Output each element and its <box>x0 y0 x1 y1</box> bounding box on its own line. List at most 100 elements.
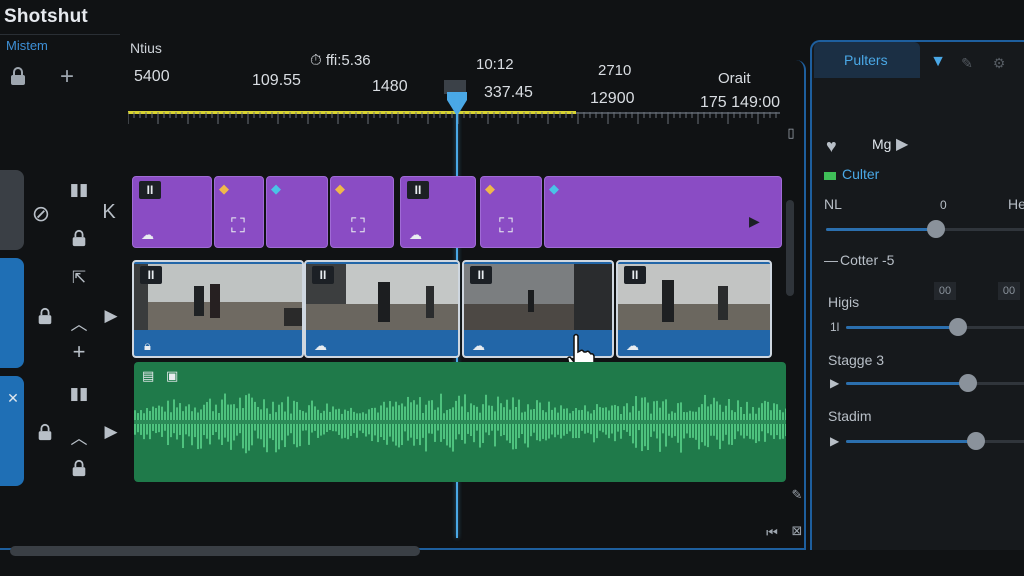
motion-icon: ☁ <box>141 227 154 242</box>
stadim-slider-knob[interactable] <box>967 432 985 450</box>
timecode-label: 5400 <box>134 68 170 85</box>
lock-icon[interactable] <box>66 226 92 250</box>
chevron-up-icon[interactable]: ︿ <box>66 424 92 448</box>
snap-icon[interactable]: ▯ <box>782 124 800 142</box>
waveform-bar <box>719 404 721 420</box>
waveform-bar <box>779 424 781 440</box>
lock-icon[interactable] <box>32 304 58 328</box>
waveform-bar <box>710 424 712 436</box>
timecode-label: 1480 <box>372 78 408 95</box>
value-box[interactable]: 00 <box>934 282 956 300</box>
edit-icon[interactable]: ✎ <box>788 486 806 504</box>
video-clip[interactable]: II 🔒︎ <box>132 260 304 358</box>
waveform-bar <box>218 424 220 440</box>
grid-icon[interactable]: ⊠ <box>788 522 806 540</box>
waveform-bar <box>659 424 661 452</box>
waveform-bar <box>146 408 148 420</box>
pause-icon[interactable]: ▮▮ <box>66 178 92 202</box>
highs-slider-knob[interactable] <box>949 318 967 336</box>
video-clip[interactable]: II ☁ <box>304 260 460 358</box>
waveform-bar <box>404 406 406 420</box>
play-icon[interactable]: ▶ <box>830 434 839 448</box>
title-clip[interactable]: II ☁ <box>132 176 212 248</box>
inspector-panel: ☐ Mg ♥ ▶ Culter NL 0 He — Cotter -5 00 0… <box>810 40 1024 550</box>
waveform-bar <box>755 413 757 420</box>
waveform-bar <box>641 397 643 420</box>
stage-slider-knob[interactable] <box>959 374 977 392</box>
waveform-bar <box>479 412 481 420</box>
waveform-bar <box>239 397 241 420</box>
keyframe-icon: ◆ <box>485 181 495 196</box>
title-clip[interactable]: II ☁ <box>400 176 476 248</box>
waveform-bar <box>542 424 544 439</box>
waveform-bar <box>221 424 223 445</box>
link-icon[interactable]: ⊘ <box>28 201 54 226</box>
waveform-bar <box>305 412 307 420</box>
nl-slider-knob[interactable] <box>927 220 945 238</box>
waveform-bar <box>485 394 487 420</box>
waveform-bar <box>407 396 409 420</box>
stadim-slider-fill[interactable] <box>846 440 976 443</box>
skip-start-icon[interactable]: ⏮ <box>762 524 782 542</box>
ripple-icon[interactable]: ⇱ <box>66 266 92 290</box>
waveform-bar <box>482 404 484 420</box>
waveform-bar <box>551 424 553 435</box>
add-icon[interactable]: + <box>66 339 92 364</box>
waveform-bar <box>254 401 256 420</box>
waveform-bar <box>266 408 268 420</box>
timeline-horizontal-scrollbar[interactable] <box>10 546 420 556</box>
title-clip[interactable]: ◆ ⛶ <box>480 176 542 248</box>
waveform-bar <box>167 424 169 446</box>
mute-icon[interactable]: ✕ <box>0 386 26 410</box>
waveform-bar <box>752 407 754 420</box>
clip-badge: II <box>624 266 646 284</box>
tab-pulters[interactable]: Pulters <box>814 42 920 78</box>
waveform-bar <box>278 424 280 450</box>
audio-clip[interactable]: ▤ ▣ <box>134 362 786 482</box>
track-tab-title[interactable] <box>0 170 24 250</box>
title-clip[interactable]: ◆ ⛶ <box>330 176 394 248</box>
play-icon[interactable]: ▶ <box>896 134 908 154</box>
waveform-bar <box>467 424 469 434</box>
title-clip[interactable]: ◆ ⛶ <box>214 176 264 248</box>
waveform-bar <box>584 405 586 420</box>
waveform-bar <box>476 424 478 431</box>
waveform-bar <box>716 424 718 440</box>
waveform-bar <box>311 424 313 433</box>
waveform-bar <box>737 424 739 432</box>
waveform-bar <box>716 401 718 420</box>
nl-slider-fill[interactable] <box>826 228 936 231</box>
waveform-bar <box>272 401 274 420</box>
waveform-bar <box>236 408 238 420</box>
waveform-bar <box>188 404 190 420</box>
play-icon[interactable]: ▶ <box>830 376 839 390</box>
lock-icon[interactable] <box>66 456 92 480</box>
play-icon[interactable]: ▶ <box>98 304 124 328</box>
menu-item-mistem[interactable]: Mistem <box>6 38 48 53</box>
heart-icon[interactable]: ♥ <box>826 136 837 157</box>
waveform-bar <box>686 412 688 420</box>
waveform-bar <box>674 412 676 420</box>
waveform-bar <box>758 407 760 420</box>
play-icon[interactable]: ▶ <box>98 420 124 444</box>
tab-label: Pulters <box>844 52 888 68</box>
title-clip[interactable]: ◆ ▶ <box>544 176 782 248</box>
stage-slider-fill[interactable] <box>846 382 968 385</box>
waveform-bar <box>740 424 742 436</box>
value-box[interactable]: 00 <box>998 282 1020 300</box>
timeline-vertical-scrollbar[interactable] <box>786 200 794 296</box>
waveform-bar <box>734 424 736 440</box>
keyframe-icon[interactable]: K <box>96 200 122 224</box>
title-clip[interactable]: ◆ <box>266 176 328 248</box>
filter-icon[interactable]: ▼ <box>928 52 948 72</box>
waveform-bar <box>446 424 448 446</box>
video-clip[interactable]: II ☁ <box>616 260 772 358</box>
lock-icon[interactable] <box>32 420 58 444</box>
pen-icon[interactable]: ✎ <box>958 54 976 72</box>
track-tab-video[interactable] <box>0 258 24 368</box>
highs-slider-fill[interactable] <box>846 326 958 329</box>
chevron-up-icon[interactable]: ︿ <box>66 310 92 334</box>
waveform-bar <box>512 424 514 450</box>
pause-icon[interactable]: ▮▮ <box>66 382 92 406</box>
settings-icon[interactable]: ⚙ <box>990 54 1008 72</box>
